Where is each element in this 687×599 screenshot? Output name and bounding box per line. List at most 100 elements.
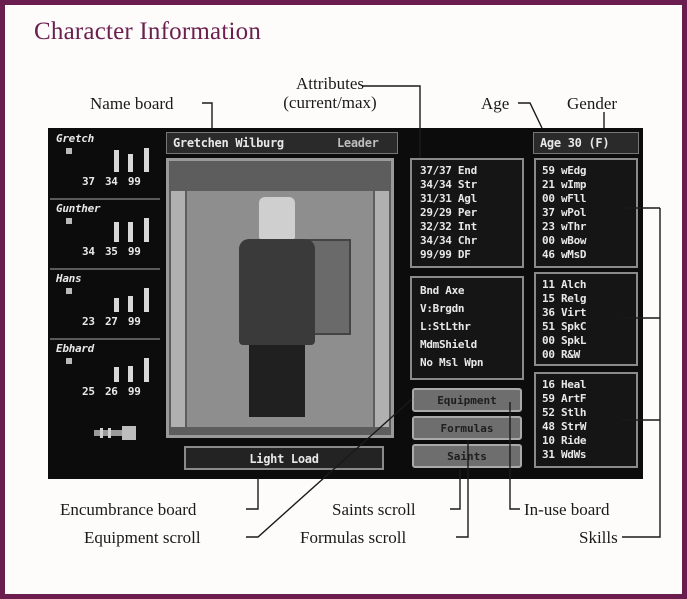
- skill-row: 37 wPol: [542, 206, 587, 219]
- party-member-stats: 23 27 99: [82, 315, 141, 328]
- name-board: Gretchen Wilburg Leader: [166, 132, 398, 154]
- formulas-scroll-label: Formulas: [440, 422, 494, 435]
- in-use-item: No Msl Wpn: [420, 356, 484, 369]
- general-skills-board: 16 Heal 59 ArtF 52 Stlh 48 StrW 10 Ride …: [534, 372, 638, 468]
- attribute-row: 31/31 Agl: [420, 192, 477, 205]
- in-use-board: Bnd Axe V:Brgdn L:StLthr MdmShield No Ms…: [410, 276, 524, 380]
- attribute-row: 34/34 Str: [420, 178, 477, 191]
- in-use-item: V:Brgdn: [420, 302, 465, 315]
- callout-saints: Saints scroll: [332, 500, 416, 519]
- attributes-board: 37/37 End 34/34 Str 31/31 Agl 29/29 Per …: [410, 158, 524, 268]
- party-member-1[interactable]: Gretch 37 34 99: [52, 132, 158, 192]
- strength-bar: [128, 222, 133, 242]
- party-member-stats: 34 35 99: [82, 245, 141, 258]
- skill-row: 21 wImp: [542, 178, 587, 191]
- attribute-row: 99/99 DF: [420, 248, 471, 261]
- skill-row: 00 wFll: [542, 192, 587, 205]
- skill-row: 11 Alch: [542, 278, 587, 291]
- skill-row: 00 SpkL: [542, 334, 587, 347]
- df-bar: [144, 358, 149, 382]
- strength-bar: [128, 296, 133, 312]
- portrait-figure: [187, 191, 373, 427]
- equipment-scroll[interactable]: Equipment: [412, 388, 522, 412]
- in-use-item: L:StLthr: [420, 320, 471, 333]
- encumbrance-label: Light Load: [249, 452, 319, 466]
- endurance-bar: [114, 367, 119, 382]
- legs: [249, 345, 305, 417]
- skill-row: 15 Relg: [542, 292, 587, 305]
- callout-attributes-sub: (current/max): [283, 93, 377, 112]
- skill-row: 10 Ride: [542, 434, 587, 447]
- callout-equipment: Equipment scroll: [84, 528, 201, 547]
- encumbrance-board: Light Load: [184, 446, 384, 470]
- party-member-2[interactable]: Gunther 34 35 99: [52, 202, 158, 262]
- pointing-hand-icon[interactable]: [92, 424, 142, 442]
- df-bar: [144, 288, 149, 312]
- left-pillar: [171, 191, 185, 427]
- helmet-head: [259, 197, 295, 239]
- df-bar: [144, 148, 149, 172]
- page-title: Character Information: [34, 18, 262, 45]
- skill-row: 52 Stlh: [542, 406, 587, 419]
- right-pillar: [375, 191, 389, 427]
- character-name: Gretchen Wilburg: [173, 136, 284, 150]
- attribute-row: 29/29 Per: [420, 206, 477, 219]
- skill-row: 31 WdWs: [542, 448, 587, 461]
- armor-body: [239, 239, 315, 345]
- saints-scroll[interactable]: Saints: [412, 444, 522, 468]
- skill-row: 46 wMsD: [542, 248, 587, 261]
- skill-row: 16 Heal: [542, 378, 587, 391]
- skill-row: 59 wEdg: [542, 164, 587, 177]
- skill-row: 00 R&W: [542, 348, 580, 361]
- attribute-row: 32/32 Int: [420, 220, 477, 233]
- endurance-bar: [114, 150, 119, 172]
- strength-bar: [128, 154, 133, 172]
- saints-scroll-label: Saints: [447, 450, 487, 463]
- character-role: Leader: [337, 136, 379, 150]
- skill-row: 59 ArtF: [542, 392, 587, 405]
- callout-attributes-title: Attributes: [296, 74, 364, 93]
- party-member-name: Gretch: [56, 132, 94, 145]
- party-member-name: Ebhard: [56, 342, 94, 355]
- callout-encumbrance: Encumbrance board: [60, 500, 197, 519]
- endurance-bar: [114, 298, 119, 312]
- party-member-3[interactable]: Hans 23 27 99: [52, 272, 158, 332]
- character-portrait: [166, 158, 394, 438]
- formulas-scroll[interactable]: Formulas: [412, 416, 522, 440]
- skill-row: 51 SpkC: [542, 320, 587, 333]
- age-gender: Age 30 (F): [540, 136, 610, 150]
- in-use-item: Bnd Axe: [420, 284, 465, 297]
- party-member-stats: 37 34 99: [82, 175, 141, 188]
- equipment-scroll-label: Equipment: [437, 394, 497, 407]
- callout-attributes: Attributes (current/max): [280, 74, 380, 112]
- lore-skills-board: 11 Alch 15 Relg 36 Virt 51 SpkC 00 SpkL …: [534, 272, 638, 366]
- strength-bar: [128, 366, 133, 382]
- party-member-icon: [66, 358, 72, 364]
- party-member-icon: [66, 148, 72, 154]
- skill-row: 23 wThr: [542, 220, 587, 233]
- skill-row: 48 StrW: [542, 420, 587, 433]
- callout-in-use: In-use board: [524, 500, 610, 519]
- callout-formulas: Formulas scroll: [300, 528, 407, 547]
- party-member-name: Hans: [56, 272, 82, 285]
- divider: [50, 268, 160, 270]
- party-member-icon: [66, 288, 72, 294]
- weapon-skills-board: 59 wEdg 21 wImp 00 wFll 37 wPol 23 wThr …: [534, 158, 638, 268]
- party-member-name: Gunther: [56, 202, 101, 215]
- callout-gender: Gender: [567, 94, 618, 113]
- attribute-row: 37/37 End: [420, 164, 477, 177]
- callout-name-board: Name board: [90, 94, 174, 113]
- in-use-item: MdmShield: [420, 338, 477, 351]
- party-member-icon: [66, 218, 72, 224]
- callout-skills: Skills: [579, 528, 618, 547]
- attribute-row: 34/34 Chr: [420, 234, 477, 247]
- party-member-4[interactable]: Ebhard 25 26 99: [52, 342, 158, 402]
- callout-age: Age: [481, 94, 510, 113]
- skill-row: 00 wBow: [542, 234, 587, 247]
- age-gender-board: Age 30 (F): [533, 132, 639, 154]
- divider: [50, 338, 160, 340]
- df-bar: [144, 218, 149, 242]
- skill-row: 36 Virt: [542, 306, 587, 319]
- party-member-stats: 25 26 99: [82, 385, 141, 398]
- endurance-bar: [114, 222, 119, 242]
